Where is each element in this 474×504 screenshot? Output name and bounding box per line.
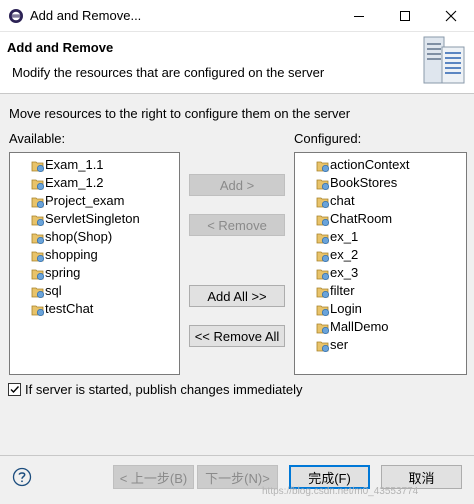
list-item-label: shop(Shop) [45,229,113,244]
footer-separator [0,455,474,456]
web-project-icon [316,269,330,281]
banner-title: Add and Remove [7,40,114,55]
list-item[interactable]: Exam_1.2 [10,174,179,192]
maximize-button[interactable] [382,0,428,31]
web-project-icon [316,215,330,227]
minimize-button[interactable] [336,0,382,31]
list-item-label: ex_1 [330,229,359,244]
list-item[interactable]: spring [10,264,179,282]
web-project-icon [31,305,45,317]
remove-button[interactable]: < Remove [189,214,285,236]
list-item-label: ex_3 [330,265,359,280]
web-project-icon [316,341,330,353]
list-item[interactable]: BookStores [295,174,466,192]
add-button[interactable]: Add > [189,174,285,196]
web-project-icon [31,269,45,281]
web-project-icon [316,179,330,191]
list-item-label: Login [330,301,362,316]
available-label: Available: [9,131,66,146]
web-project-icon [316,197,330,209]
list-item-label: ServletSingleton [45,211,140,226]
list-item-label: chat [330,193,355,208]
list-item-label: ChatRoom [330,211,393,226]
web-project-icon [31,179,45,191]
list-item-label: Exam_1.2 [45,175,104,190]
configured-list[interactable]: actionContext BookStores chat ChatRoom e… [294,152,467,375]
web-project-icon [316,287,330,299]
list-item-label: testChat [45,301,94,316]
server-wizard-icon [423,36,465,84]
web-project-icon [31,197,45,209]
watermark: https://blog.csdn.net/m0_43553774 [262,486,419,497]
list-item[interactable]: filter [295,282,466,300]
list-item[interactable]: Login [295,300,466,318]
list-item-label: filter [330,283,355,298]
list-item-label: ex_2 [330,247,359,262]
web-project-icon [316,323,330,335]
remove-all-button[interactable]: << Remove All [189,325,285,347]
list-item[interactable]: ser [295,336,466,354]
minimize-icon [354,15,364,17]
banner-description: Modify the resources that are configured… [12,65,325,80]
maximize-icon [400,10,410,21]
list-item[interactable]: shop(Shop) [10,228,179,246]
wizard-banner: Add and Remove Modify the resources that… [0,32,474,94]
list-item-label: sql [45,283,62,298]
list-item[interactable]: ex_2 [295,246,466,264]
list-item-label: spring [45,265,81,280]
help-icon[interactable] [12,467,32,487]
close-icon [445,10,457,21]
list-item[interactable]: testChat [10,300,179,318]
publish-checkbox-label: If server is started, publish changes im… [25,382,303,397]
close-button[interactable] [428,0,474,31]
web-project-icon [31,161,45,173]
web-project-icon [316,251,330,263]
web-project-icon [31,215,45,227]
window-title: Add and Remove... [30,8,142,23]
list-item[interactable]: ex_1 [295,228,466,246]
list-item-label: actionContext [330,157,410,172]
web-project-icon [316,233,330,245]
instruction-text: Move resources to the right to configure… [9,106,351,121]
list-item[interactable]: sql [10,282,179,300]
add-all-button[interactable]: Add All >> [189,285,285,307]
list-item[interactable]: MallDemo [295,318,466,336]
web-project-icon [31,287,45,299]
list-item-label: MallDemo [330,319,389,334]
list-item-label: Project_exam [45,193,125,208]
web-project-icon [316,161,330,173]
back-button[interactable]: < 上一步(B) [113,465,194,489]
list-item[interactable]: ChatRoom [295,210,466,228]
list-item-label: shopping [45,247,98,262]
list-item[interactable]: actionContext [295,156,466,174]
list-item[interactable]: chat [295,192,466,210]
web-project-icon [31,251,45,263]
list-item[interactable]: ex_3 [295,264,466,282]
configured-label: Configured: [294,131,362,146]
web-project-icon [31,233,45,245]
list-item[interactable]: Project_exam [10,192,179,210]
eclipse-icon [9,9,23,23]
list-item-label: Exam_1.1 [45,157,104,172]
web-project-icon [316,305,330,317]
list-item[interactable]: ServletSingleton [10,210,179,228]
checkmark-icon [10,386,20,394]
list-item[interactable]: Exam_1.1 [10,156,179,174]
title-bar: Add and Remove... [0,0,474,32]
list-item-label: BookStores [330,175,398,190]
publish-checkbox[interactable] [8,383,21,396]
list-item[interactable]: shopping [10,246,179,264]
list-item-label: ser [330,337,349,352]
available-list[interactable]: Exam_1.1 Exam_1.2 Project_exam ServletSi… [9,152,180,375]
